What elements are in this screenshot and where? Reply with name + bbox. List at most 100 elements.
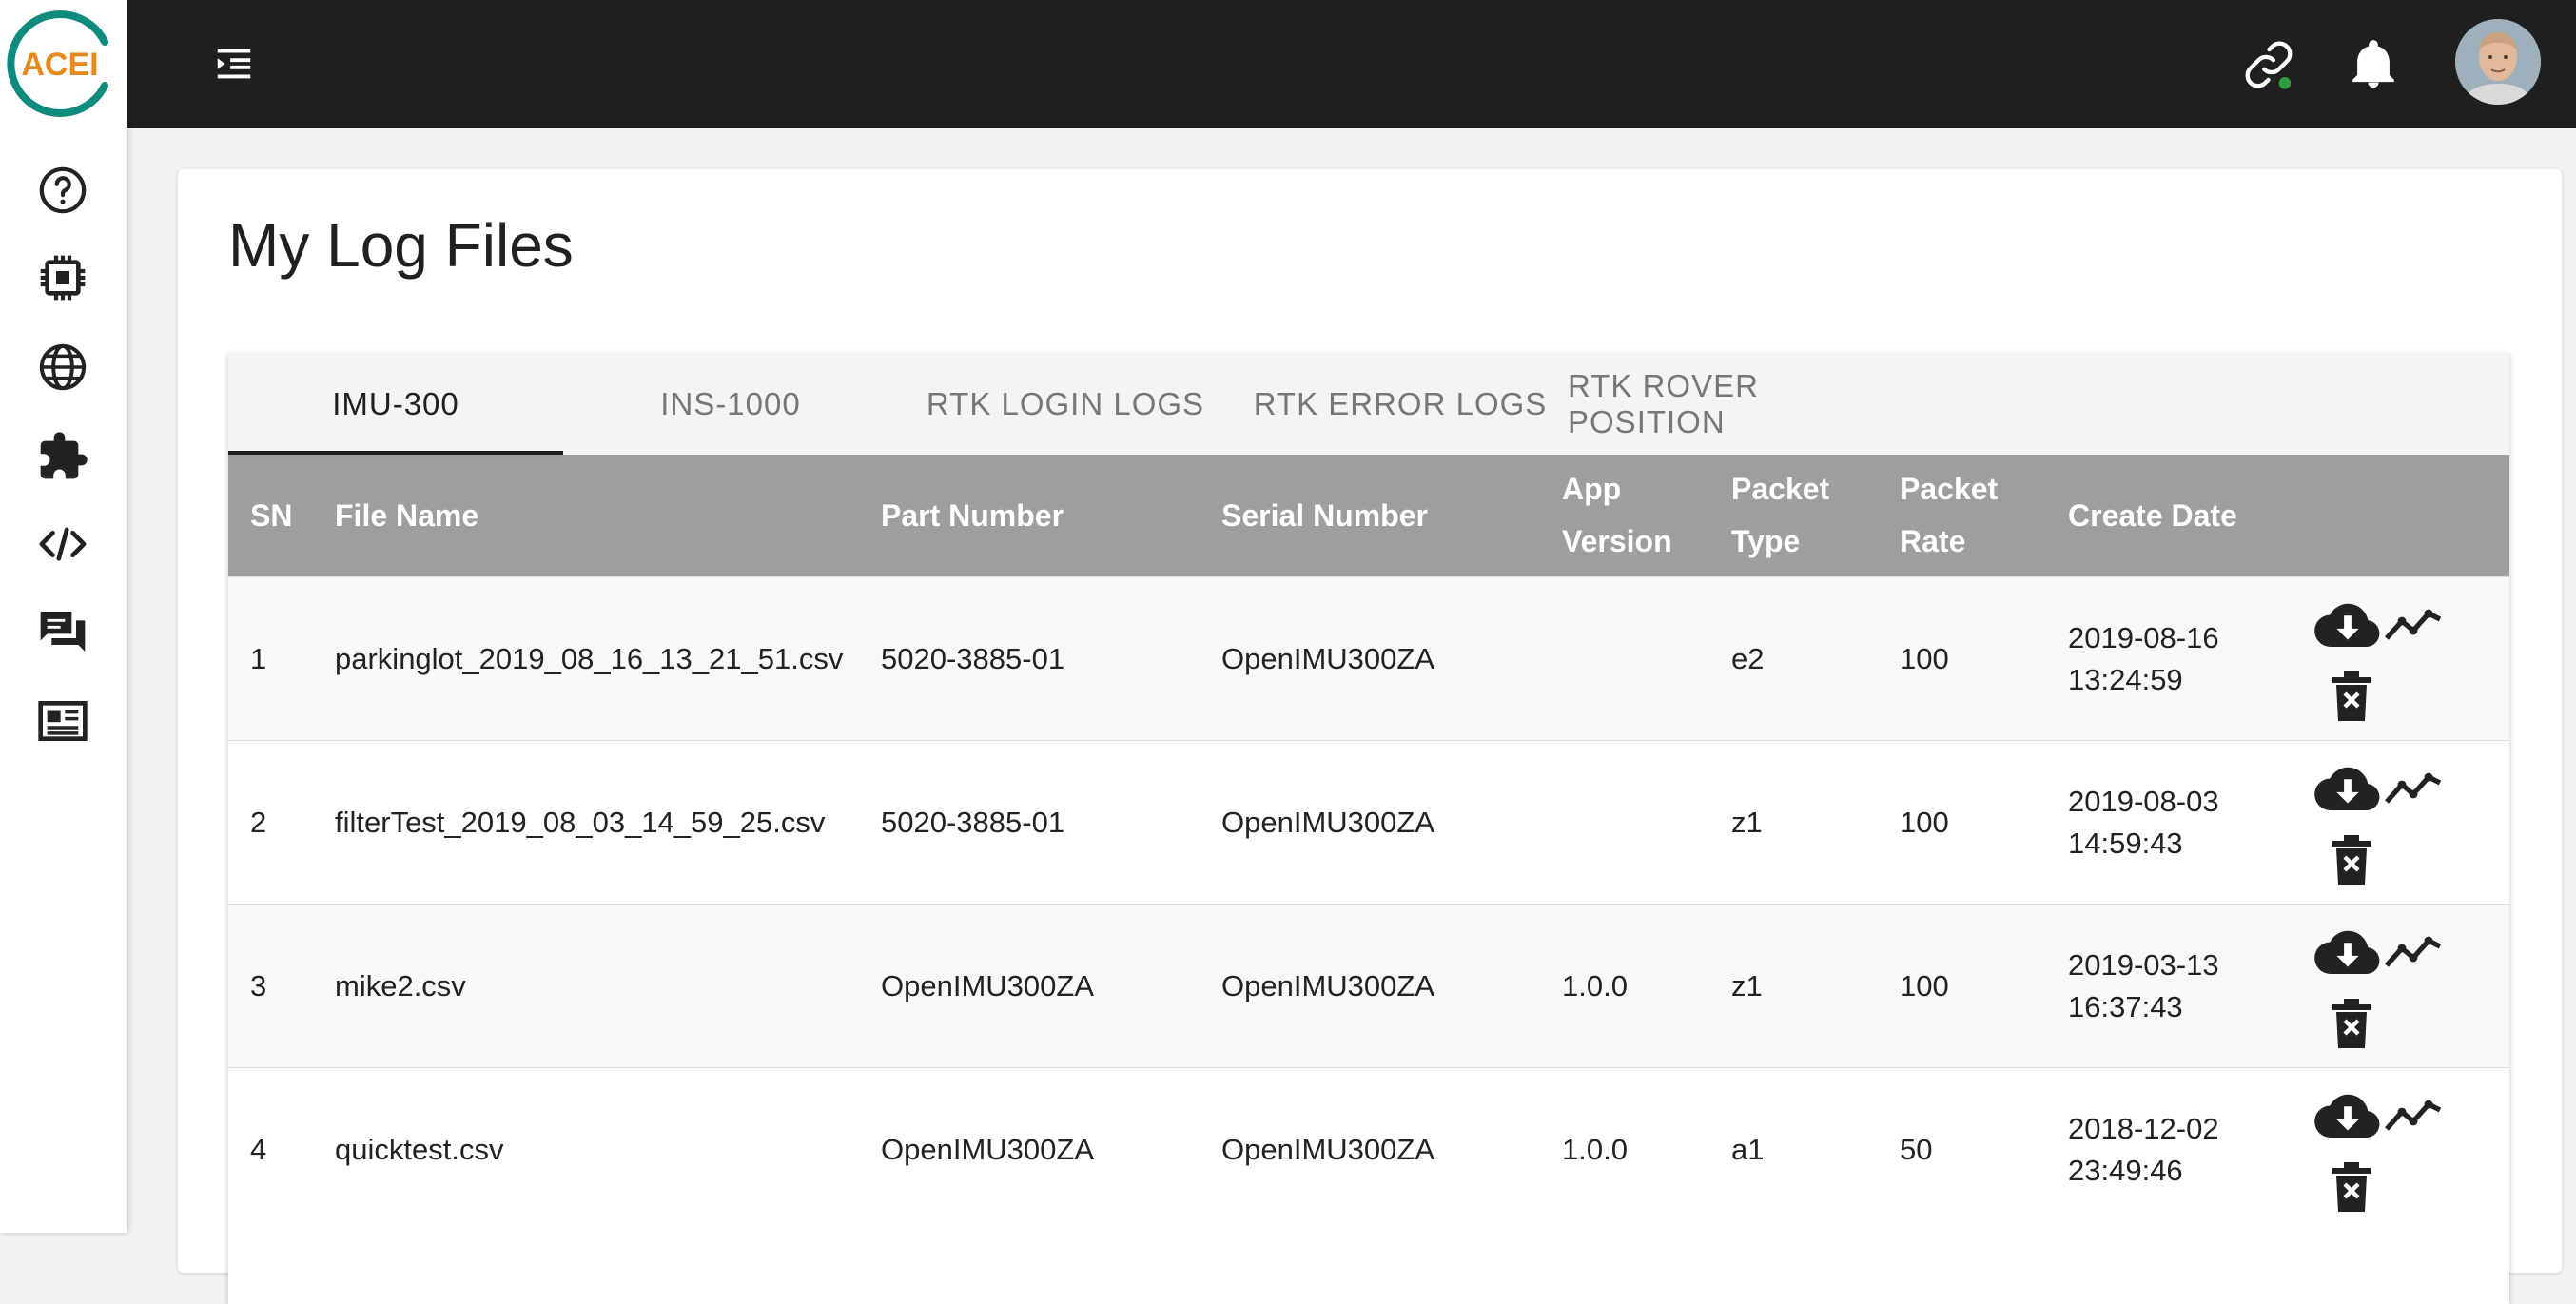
table-row[interactable]: 4 quicktest.csv OpenIMU300ZA OpenIMU300Z… [228,1067,2509,1231]
column-header-app-version[interactable]: App Version [1540,455,1709,577]
cell-part-number: 5020-3885-01 [859,740,1200,905]
table-row[interactable]: 3 mike2.csv OpenIMU300ZA OpenIMU300ZA 1.… [228,904,2509,1068]
sidebar-item-devices[interactable] [29,243,97,312]
delete-icon [2332,999,2371,1048]
cell-actions [2297,1067,2509,1231]
plot-button[interactable] [2381,924,2446,981]
create-time: 13:24:59 [2068,662,2183,696]
cell-file-name: quicktest.csv [313,1067,859,1231]
link-icon [2245,41,2293,89]
cell-sn: 1 [228,576,313,741]
chip-icon [40,255,86,301]
cell-create-date: 2018-12-02 23:49:46 [2046,1067,2297,1231]
notifications-button[interactable] [2337,29,2410,101]
create-time: 23:49:46 [2068,1153,2183,1187]
help-circle-icon [39,166,87,214]
cell-packet-type: e2 [1709,576,1878,741]
delete-button[interactable] [2328,994,2375,1053]
cell-serial-number: OpenIMU300ZA [1200,1067,1540,1231]
cell-file-name: mike2.csv [313,904,859,1068]
cell-part-number: 5020-3885-01 [859,576,1200,741]
sidebar-item-help[interactable] [29,156,97,224]
download-button[interactable] [2313,924,2382,981]
tab-rtk-error-logs[interactable]: RTK ERROR LOGS [1233,353,1568,455]
menu-toggle-button[interactable] [203,32,265,95]
sidebar-item-web[interactable] [29,333,97,401]
sidebar-item-news[interactable] [29,687,97,755]
menu-collapse-icon [217,49,251,79]
delete-button[interactable] [2328,1158,2375,1216]
globe-icon [39,343,87,391]
cloud-download-icon [2314,603,2380,647]
cell-packet-rate: 100 [1878,904,2046,1068]
tab-ins-1000[interactable]: INS-1000 [563,353,898,455]
cell-actions [2297,576,2509,741]
download-button[interactable] [2313,596,2382,653]
create-date: 2019-08-16 [2068,620,2219,654]
app-logo[interactable]: ACEI [6,8,118,120]
log-files-table: SN File Name Part Number Serial Number A… [228,455,2509,1231]
sidebar-item-forum[interactable] [29,597,97,666]
cell-sn: 4 [228,1067,313,1231]
cell-file-name: parkinglot_2019_08_16_13_21_51.csv [313,576,859,741]
table-header-row: SN File Name Part Number Serial Number A… [228,455,2509,577]
top-app-bar [127,0,2576,128]
column-header-packet-rate[interactable]: Packet Rate [1878,455,2046,577]
download-button[interactable] [2313,1087,2382,1144]
delete-button[interactable] [2328,830,2375,889]
code-icon [39,527,87,561]
cell-app-version: 1.0.0 [1540,1067,1709,1231]
cell-packet-type: z1 [1709,904,1878,1068]
cell-file-name: filterTest_2019_08_03_14_59_25.csv [313,740,859,905]
chart-line-icon [2385,772,2442,804]
create-time: 16:37:43 [2068,989,2183,1023]
cell-packet-rate: 100 [1878,576,2046,741]
table-row[interactable]: 2 filterTest_2019_08_03_14_59_25.csv 502… [228,740,2509,905]
delete-icon [2332,1162,2371,1212]
create-date: 2018-12-02 [2068,1111,2219,1145]
cell-packet-rate: 50 [1878,1067,2046,1231]
cell-sn: 3 [228,904,313,1068]
chat-icon [40,612,86,652]
cell-app-version [1540,740,1709,905]
cell-create-date: 2019-03-13 16:37:43 [2046,904,2297,1068]
plot-button[interactable] [2381,1087,2446,1144]
cell-serial-number: OpenIMU300ZA [1200,740,1540,905]
log-files-card: My Log Files IMU-300 INS-1000 RTK LOGIN … [178,169,2562,1304]
cloud-download-icon [2314,767,2380,810]
device-tabs: IMU-300 INS-1000 RTK LOGIN LOGS RTK ERRO… [228,353,2509,455]
column-header-part-number[interactable]: Part Number [859,455,1200,577]
cell-part-number: OpenIMU300ZA [859,1067,1200,1231]
delete-button[interactable] [2328,667,2375,726]
sidebar-item-extensions[interactable] [29,422,97,491]
sidebar-item-code[interactable] [29,510,97,578]
tab-rtk-rover-position[interactable]: RTK ROVER POSITION [1568,353,1903,455]
cloud-download-icon [2314,930,2380,974]
user-avatar[interactable] [2455,19,2541,105]
tab-imu-300[interactable]: IMU-300 [228,353,563,455]
cell-create-date: 2019-08-16 13:24:59 [2046,576,2297,741]
cell-packet-type: a1 [1709,1067,1878,1231]
create-date: 2019-03-13 [2068,947,2219,982]
column-header-serial-number[interactable]: Serial Number [1200,455,1540,577]
cell-create-date: 2019-08-03 14:59:43 [2046,740,2297,905]
tab-rtk-login-logs[interactable]: RTK LOGIN LOGS [898,353,1233,455]
table-row[interactable]: 1 parkinglot_2019_08_16_13_21_51.csv 502… [228,576,2509,741]
cloud-download-icon [2314,1094,2380,1138]
column-header-create-date[interactable]: Create Date [2046,455,2297,577]
log-files-panel: IMU-300 INS-1000 RTK LOGIN LOGS RTK ERRO… [228,353,2509,1304]
cell-part-number: OpenIMU300ZA [859,904,1200,1068]
delete-icon [2332,671,2371,721]
download-button[interactable] [2313,760,2382,817]
delete-icon [2332,835,2371,885]
column-header-sn[interactable]: SN [228,455,313,577]
user-avatar-image [2455,19,2541,105]
cell-actions [2297,740,2509,905]
plot-button[interactable] [2381,596,2446,653]
column-header-packet-type[interactable]: Packet Type [1709,455,1878,577]
column-header-actions [2297,455,2509,577]
column-header-file-name[interactable]: File Name [313,455,859,577]
cell-packet-rate: 100 [1878,740,2046,905]
plot-button[interactable] [2381,760,2446,817]
connection-status-button[interactable] [2233,29,2305,101]
